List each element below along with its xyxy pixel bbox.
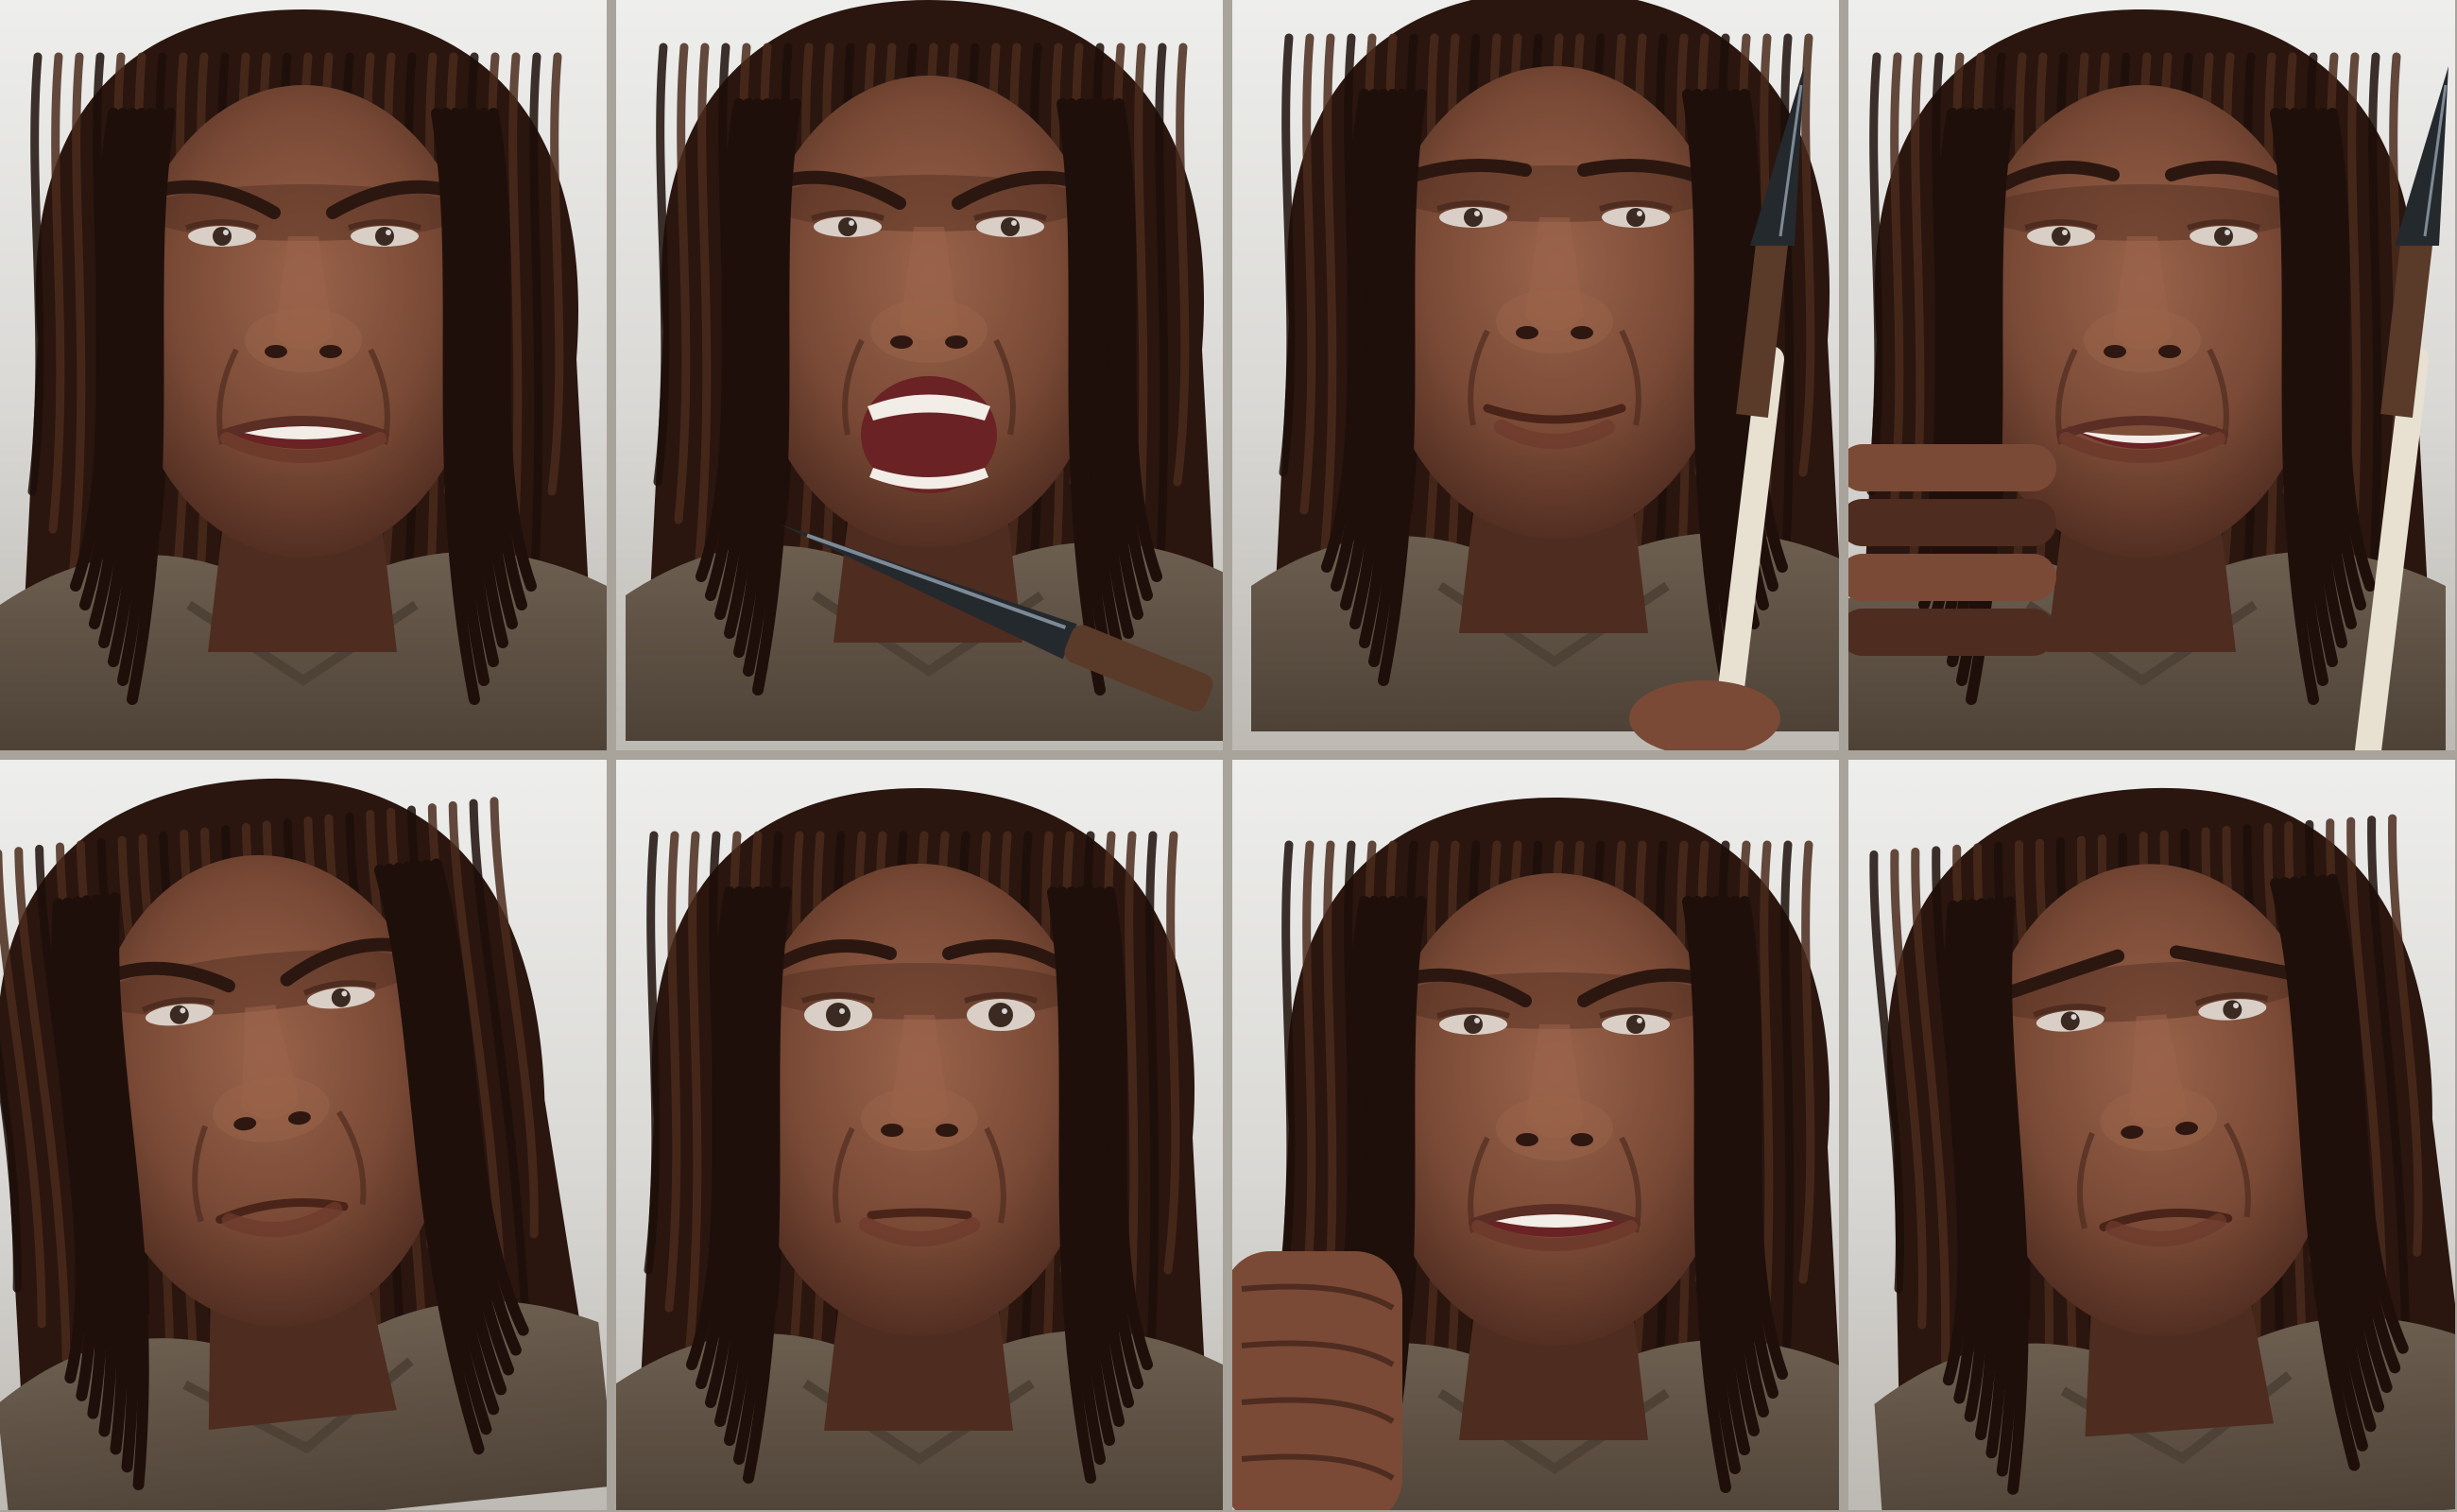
expression-sheet	[0, 0, 2457, 1512]
spear-point	[2395, 66, 2448, 246]
mouth	[861, 376, 997, 493]
portrait-illustration	[1848, 9, 2448, 750]
nose-tip	[861, 1087, 978, 1151]
finger	[1848, 499, 2056, 546]
expression-panel-disgust	[0, 0, 607, 750]
character	[1869, 787, 2455, 1510]
expression-panel-content	[1232, 0, 1839, 750]
spear-binding	[2380, 234, 2433, 418]
spear-binding	[1736, 234, 1789, 418]
nose-tip	[1496, 1096, 1613, 1160]
left-nostril	[1516, 326, 1538, 339]
right-nostril	[945, 335, 968, 349]
finger	[1848, 609, 2056, 656]
right-eye	[964, 992, 1038, 1031]
character	[0, 9, 607, 750]
left-nostril	[890, 335, 913, 349]
finger	[1848, 554, 2056, 601]
clenched-fist	[1232, 1251, 1402, 1510]
finger	[1848, 444, 2056, 491]
character	[0, 778, 607, 1510]
right-nostril	[936, 1124, 958, 1137]
expression-panel-sadness	[1848, 760, 2455, 1510]
nose-tip	[2084, 308, 2201, 372]
right-nostril	[1571, 326, 1593, 339]
expression-panel-suspicious	[0, 760, 607, 1510]
portrait-illustration	[626, 0, 1223, 741]
left-nostril	[881, 1124, 903, 1137]
mouth	[1469, 1204, 1641, 1251]
nose-tip	[870, 299, 988, 363]
mouth	[217, 416, 389, 463]
portrait-illustration	[616, 788, 1223, 1510]
portrait-illustration	[1251, 0, 1839, 750]
left-nostril	[265, 345, 287, 358]
nose-tip	[245, 308, 362, 372]
portrait-illustration	[1232, 798, 1839, 1510]
right-nostril	[2158, 345, 2181, 358]
left-nostril	[1516, 1133, 1538, 1146]
expression-panel-anguish	[1232, 760, 1839, 1510]
character	[626, 0, 1223, 741]
right-nostril	[319, 345, 342, 358]
portrait-illustration	[1869, 787, 2455, 1510]
portrait-illustration	[0, 778, 607, 1510]
lip-line	[867, 1208, 972, 1220]
nose-tip	[1496, 289, 1613, 353]
expression-panel-alarmed	[616, 760, 1223, 1510]
left-nostril	[2104, 345, 2126, 358]
portrait-illustration	[0, 9, 607, 750]
character	[616, 788, 1223, 1510]
left-eye	[801, 992, 875, 1031]
expression-panel-grin	[1848, 0, 2455, 750]
right-nostril	[1571, 1133, 1593, 1146]
expression-panel-rage	[616, 0, 1223, 750]
